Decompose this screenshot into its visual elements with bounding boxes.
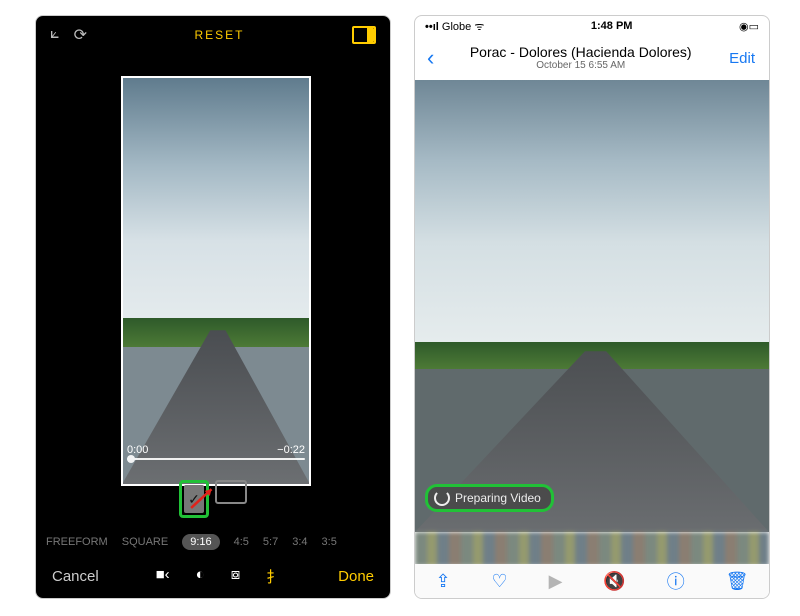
status-bar: ••ıl Globe ᯤ 1:48 PM ◉▭ <box>415 16 769 36</box>
status-time: 1:48 PM <box>591 20 633 32</box>
annotation-arrow <box>186 479 220 518</box>
loading-spinner-icon <box>434 490 450 506</box>
adjust-tool-icon[interactable]: ◐ <box>196 566 205 587</box>
ratio-3-5[interactable]: 3:5 <box>322 536 337 548</box>
editor-tool-tabs: ■‹ ◐ ⧇ ⺘ <box>156 566 282 587</box>
nav-title: Porac - Dolores (Hacienda Dolores) <box>446 45 715 60</box>
edit-button[interactable]: Edit <box>715 50 769 67</box>
trim-times: 0:00 −0:22 <box>127 444 305 456</box>
flip-horizontal-icon[interactable]: ⟀ <box>50 25 60 45</box>
trash-icon[interactable]: 🗑 <box>726 571 749 592</box>
viewer-bottom-bar: ⇪ ♡ ▶ 🔇 ⓘ 🗑 <box>415 564 769 598</box>
trim-slider[interactable] <box>127 458 305 460</box>
ratio-4-5[interactable]: 4:5 <box>234 536 249 548</box>
favorite-heart-icon[interactable]: ♡ <box>492 571 508 592</box>
crop-preview[interactable]: 0:00 −0:22 <box>121 76 311 486</box>
crop-tool-icon[interactable]: ⺘ <box>266 566 281 587</box>
trim-end-time: −0:22 <box>277 444 305 456</box>
mute-icon[interactable]: 🔇 <box>603 571 625 592</box>
filters-tool-icon[interactable]: ⧇ <box>231 566 241 587</box>
thumbnail-strip[interactable] <box>415 532 769 566</box>
nav-subtitle: October 15 6:55 AM <box>446 60 715 71</box>
phone-right-photos-viewer: ••ıl Globe ᯤ 1:48 PM ◉▭ ‹ Porac - Dolore… <box>414 15 770 599</box>
crop-frame[interactable] <box>121 76 311 486</box>
status-signal: ••ıl Globe ᯤ <box>425 19 484 34</box>
ratio-3-4[interactable]: 3:4 <box>292 536 307 548</box>
ratio-5-7[interactable]: 5:7 <box>263 536 278 548</box>
preparing-video-label: Preparing Video <box>455 491 541 505</box>
video-tool-icon[interactable]: ■‹ <box>156 566 170 587</box>
cancel-button[interactable]: Cancel <box>52 568 99 585</box>
photo-sky <box>415 80 769 351</box>
ratio-9-16[interactable]: 9:16 <box>182 534 219 550</box>
back-button[interactable]: ‹ <box>415 45 446 71</box>
editor-top-bar: ⟀ ⟳ RESET <box>36 16 390 54</box>
editor-bottom-bar: Cancel ■‹ ◐ ⧇ ⺘ Done <box>36 554 390 598</box>
aspect-ratio-icon[interactable] <box>352 26 376 44</box>
nav-bar: ‹ Porac - Dolores (Hacienda Dolores) Oct… <box>415 36 769 80</box>
share-icon[interactable]: ⇪ <box>435 571 450 592</box>
done-button[interactable]: Done <box>338 568 374 585</box>
play-icon[interactable]: ▶ <box>549 571 563 592</box>
phone-left-crop-editor: ⟀ ⟳ RESET 0:00 −0:22 ✓ <box>35 15 391 599</box>
nav-title-block: Porac - Dolores (Hacienda Dolores) Octob… <box>446 45 715 71</box>
media-viewport[interactable]: Preparing Video <box>415 80 769 532</box>
info-icon[interactable]: ⓘ <box>667 568 685 594</box>
rotate-icon[interactable]: ⟳ <box>74 25 87 45</box>
wifi-icon: ᯤ <box>474 21 484 33</box>
status-battery: ◉▭ <box>739 20 759 33</box>
ratio-freeform[interactable]: FREEFORM <box>46 536 108 548</box>
preparing-video-pill: Preparing Video <box>425 484 554 512</box>
ratio-square[interactable]: SQUARE <box>122 536 168 548</box>
reset-button[interactable]: RESET <box>87 28 352 42</box>
aspect-ratio-row[interactable]: FREEFORM SQUARE 9:16 4:5 5:7 3:4 3:5 <box>36 534 390 550</box>
